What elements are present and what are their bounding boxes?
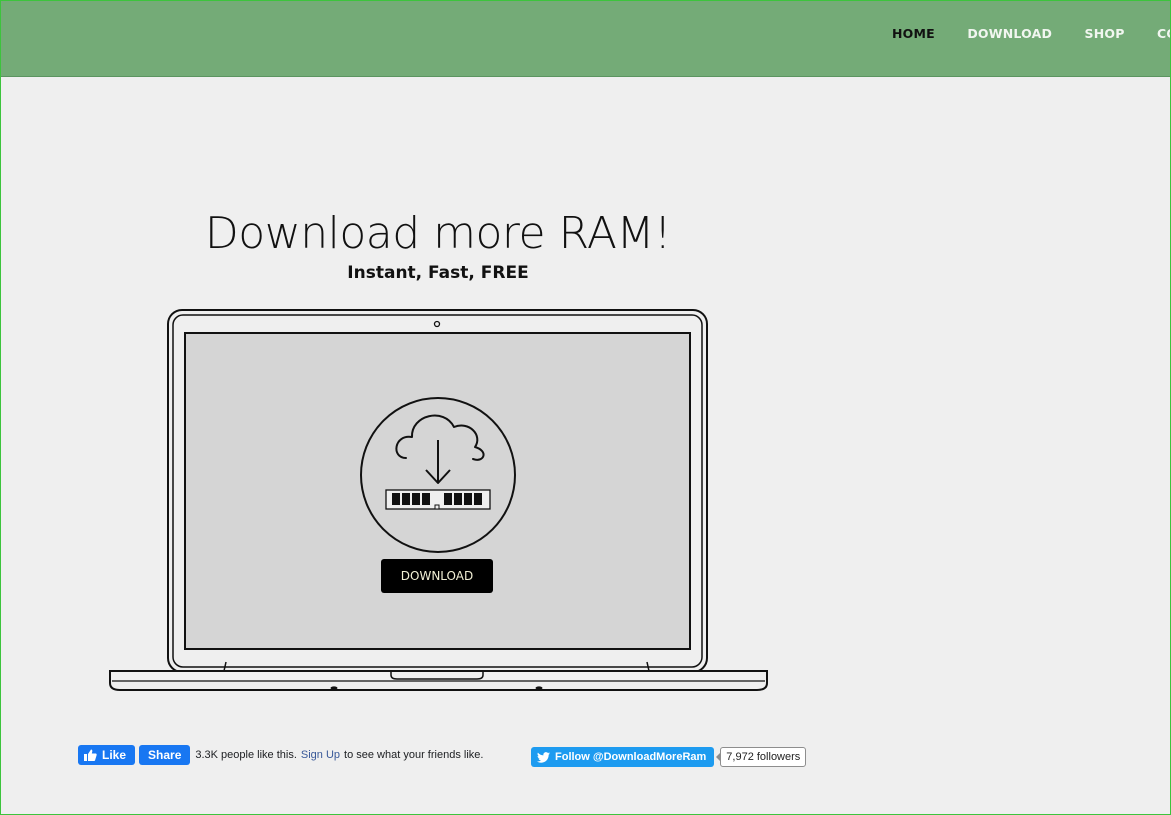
twitter-followers-count[interactable]: 7,972 followers bbox=[716, 747, 807, 767]
download-button[interactable]: DOWNLOAD bbox=[381, 559, 493, 593]
thumbs-up-icon bbox=[84, 749, 97, 761]
nav-item-shop[interactable]: SHOP bbox=[1085, 26, 1125, 41]
main-nav: HOME DOWNLOAD SHOP CONTACT bbox=[892, 25, 1170, 43]
top-navigation-bar: HOME DOWNLOAD SHOP CONTACT bbox=[1, 1, 1170, 77]
ram-stick-icon bbox=[385, 489, 491, 510]
page-title: Download more RAM! bbox=[204, 208, 672, 259]
twitter-bird-icon bbox=[537, 751, 550, 763]
twitter-follow-widget: Follow @DownloadMoreRam 7,972 followers bbox=[531, 747, 807, 767]
facebook-like-button[interactable]: Like bbox=[78, 745, 136, 765]
laptop-illustration bbox=[109, 309, 768, 691]
twitter-follow-button[interactable]: Follow @DownloadMoreRam bbox=[531, 747, 715, 767]
nav-item-download[interactable]: DOWNLOAD bbox=[967, 26, 1052, 41]
nav-item-contact[interactable]: CONTACT bbox=[1157, 26, 1170, 41]
nav-item-home[interactable]: HOME bbox=[892, 26, 935, 41]
facebook-signup-link[interactable]: Sign Up bbox=[301, 749, 340, 761]
facebook-like-label: Like bbox=[102, 748, 127, 762]
twitter-follow-label: Follow @DownloadMoreRam bbox=[555, 751, 707, 763]
facebook-like-count: 3.3K people like this. bbox=[195, 749, 297, 761]
facebook-like-widget: Like Share 3.3K people like this. Sign U… bbox=[78, 745, 483, 765]
page-subtitle: Instant, Fast, FREE bbox=[347, 263, 529, 283]
facebook-after-text: to see what your friends like. bbox=[344, 749, 484, 761]
facebook-share-button[interactable]: Share bbox=[139, 745, 191, 765]
